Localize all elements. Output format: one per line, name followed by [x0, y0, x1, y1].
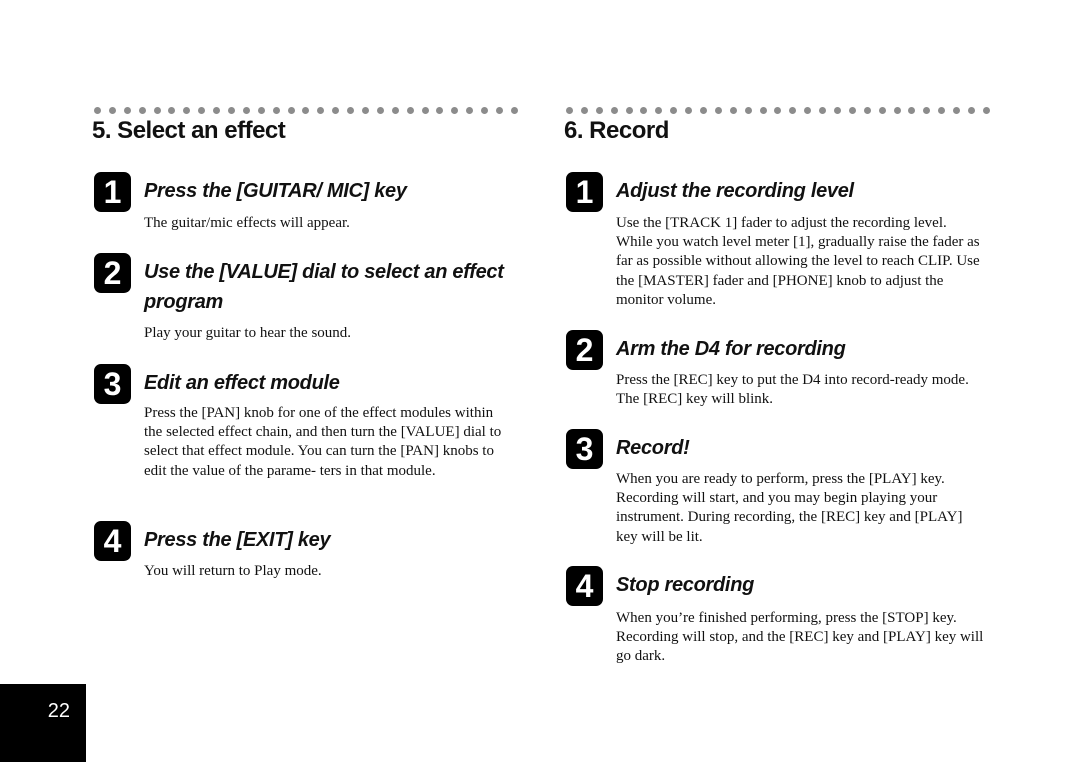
- divider-dot: [938, 107, 946, 114]
- divider-dot: [287, 107, 295, 114]
- step-title: Press the [GUITAR/ MIC] key: [144, 180, 407, 202]
- divider-dot: [804, 107, 812, 114]
- divider-dot: [566, 107, 573, 114]
- divider-dot: [848, 107, 856, 114]
- divider-dot: [436, 107, 444, 114]
- divider-dot: [789, 107, 797, 114]
- divider-dot: [332, 107, 340, 114]
- divider-dot: [451, 107, 459, 114]
- step-title: Use the [VALUE] dial to select an effect…: [144, 261, 504, 313]
- divider-dot: [655, 107, 663, 114]
- divider-dot: [923, 107, 931, 114]
- divider-dot: [759, 107, 767, 114]
- divider-dot: [94, 107, 101, 114]
- step-title: Adjust the recording level: [616, 180, 854, 202]
- divider-dot: [863, 107, 871, 114]
- divider-dot: [302, 107, 310, 114]
- dotted-divider: [94, 107, 518, 115]
- page-number-box: 22: [0, 684, 86, 762]
- divider-dot: [198, 107, 206, 114]
- divider-dot: [580, 107, 588, 114]
- divider-dot: [729, 107, 737, 114]
- divider-dot: [272, 107, 280, 114]
- divider-dot: [466, 107, 474, 114]
- divider-dot: [123, 107, 131, 114]
- divider-dot: [700, 107, 708, 114]
- divider-dot: [595, 107, 603, 114]
- divider-dot: [685, 107, 693, 114]
- divider-dot: [834, 107, 842, 114]
- divider-dot: [421, 107, 429, 114]
- divider-dot: [376, 107, 384, 114]
- step-title: Stop recording: [616, 574, 755, 596]
- divider-dot: [625, 107, 633, 114]
- divider-dot: [213, 107, 221, 114]
- divider-dot: [670, 107, 678, 114]
- step-body: Press the [REC] key to put the D4 into r…: [616, 372, 969, 408]
- step-body: When you’re finished performing, press t…: [616, 610, 984, 665]
- divider-dot: [153, 107, 161, 114]
- divider-dot: [714, 107, 722, 114]
- step-body: The guitar/mic effects will appear.: [144, 215, 350, 231]
- divider-dot: [108, 107, 116, 114]
- section-title: 5. Select an effect: [92, 117, 286, 144]
- divider-dot: [183, 107, 191, 114]
- step-title: Edit an effect module: [144, 372, 340, 394]
- step-number-badge: 3: [94, 364, 131, 404]
- step-body: When you are ready to perform, press the…: [616, 471, 963, 545]
- step-title: Record!: [616, 437, 690, 459]
- divider-dot: [510, 107, 518, 114]
- divider-dot: [347, 107, 355, 114]
- divider-dot: [982, 107, 990, 114]
- divider-dot: [242, 107, 250, 114]
- divider-dot: [481, 107, 489, 114]
- step-title: Press the [EXIT] key: [144, 529, 331, 551]
- divider-dot: [819, 107, 827, 114]
- divider-dot: [317, 107, 325, 114]
- divider-dot: [610, 107, 618, 114]
- step-number-badge: 1: [566, 172, 603, 212]
- step-number-badge: 3: [566, 429, 603, 469]
- step-body: Press the [PAN] knob for one of the effe…: [144, 405, 502, 479]
- divider-dot: [908, 107, 916, 114]
- step-number-badge: 4: [566, 566, 603, 606]
- page-number: 22: [47, 700, 70, 722]
- step-body: You will return to Play mode.: [144, 563, 322, 579]
- divider-dot: [893, 107, 901, 114]
- step-body: Use the [TRACK 1] fader to adjust the re…: [616, 215, 980, 308]
- divider-dot: [878, 107, 886, 114]
- divider-dot: [168, 107, 176, 114]
- divider-dot: [257, 107, 265, 114]
- step-number-badge: 1: [94, 172, 131, 212]
- step-number-badge: 2: [566, 330, 603, 370]
- step-number-badge: 4: [94, 521, 131, 561]
- divider-dot: [138, 107, 146, 114]
- divider-dot: [774, 107, 782, 114]
- divider-dot: [744, 107, 752, 114]
- divider-dot: [362, 107, 370, 114]
- divider-dot: [968, 107, 976, 114]
- divider-dot: [953, 107, 961, 114]
- divider-dot: [228, 107, 236, 114]
- dotted-divider: [566, 107, 990, 115]
- divider-dot: [496, 107, 504, 114]
- section-title: 6. Record: [564, 117, 669, 144]
- divider-dot: [640, 107, 648, 114]
- divider-dot: [391, 107, 399, 114]
- step-number-badge: 2: [94, 253, 131, 293]
- step-body: Play your guitar to hear the sound.: [144, 325, 352, 341]
- divider-dot: [406, 107, 414, 114]
- step-title: Arm the D4 for recording: [616, 338, 846, 360]
